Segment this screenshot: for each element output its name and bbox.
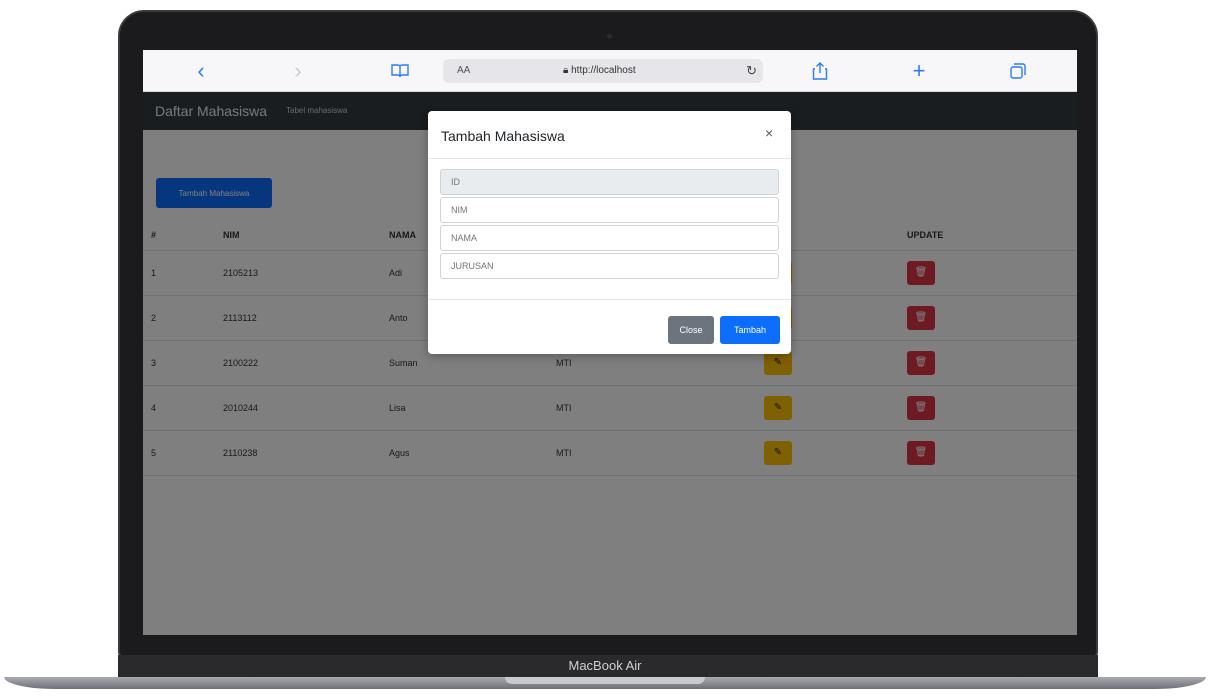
url-value: http://localhost xyxy=(571,65,636,76)
reload-icon[interactable]: ↻ xyxy=(746,59,757,83)
chevron-left-icon[interactable]: ‹ xyxy=(191,58,211,84)
camera-icon xyxy=(607,34,612,39)
submit-button[interactable]: Tambah xyxy=(720,316,780,344)
laptop-notch xyxy=(505,677,705,684)
plus-icon[interactable]: + xyxy=(908,58,930,84)
url-text: 🔒︎ http://localhost xyxy=(563,59,636,83)
nama-field[interactable] xyxy=(440,225,779,251)
browser-toolbar: ‹ › AA 🔒︎ http://localhost ↻ + xyxy=(143,50,1077,92)
chevron-right-icon[interactable]: › xyxy=(288,58,308,84)
close-button[interactable]: Close xyxy=(668,316,714,344)
device-brand-label: MacBook Air xyxy=(568,658,642,673)
jurusan-field[interactable] xyxy=(440,253,779,279)
tabs-icon[interactable] xyxy=(1007,58,1029,84)
screen: ‹ › AA 🔒︎ http://localhost ↻ + Daftar Ma… xyxy=(143,50,1077,635)
close-icon[interactable]: × xyxy=(765,125,773,141)
modal-title: Tambah Mahasiswa xyxy=(441,128,565,144)
modal-divider xyxy=(428,158,791,159)
share-icon[interactable] xyxy=(809,58,831,84)
address-bar[interactable]: AA 🔒︎ http://localhost ↻ xyxy=(443,59,763,83)
modal-footer-divider xyxy=(428,299,791,300)
nim-field[interactable] xyxy=(440,197,779,223)
id-field xyxy=(440,169,779,195)
add-student-modal: Tambah Mahasiswa × Close Tambah xyxy=(428,111,791,354)
lock-icon: 🔒︎ xyxy=(563,65,569,76)
book-icon[interactable] xyxy=(387,58,413,84)
reader-aa-button[interactable]: AA xyxy=(457,59,470,83)
